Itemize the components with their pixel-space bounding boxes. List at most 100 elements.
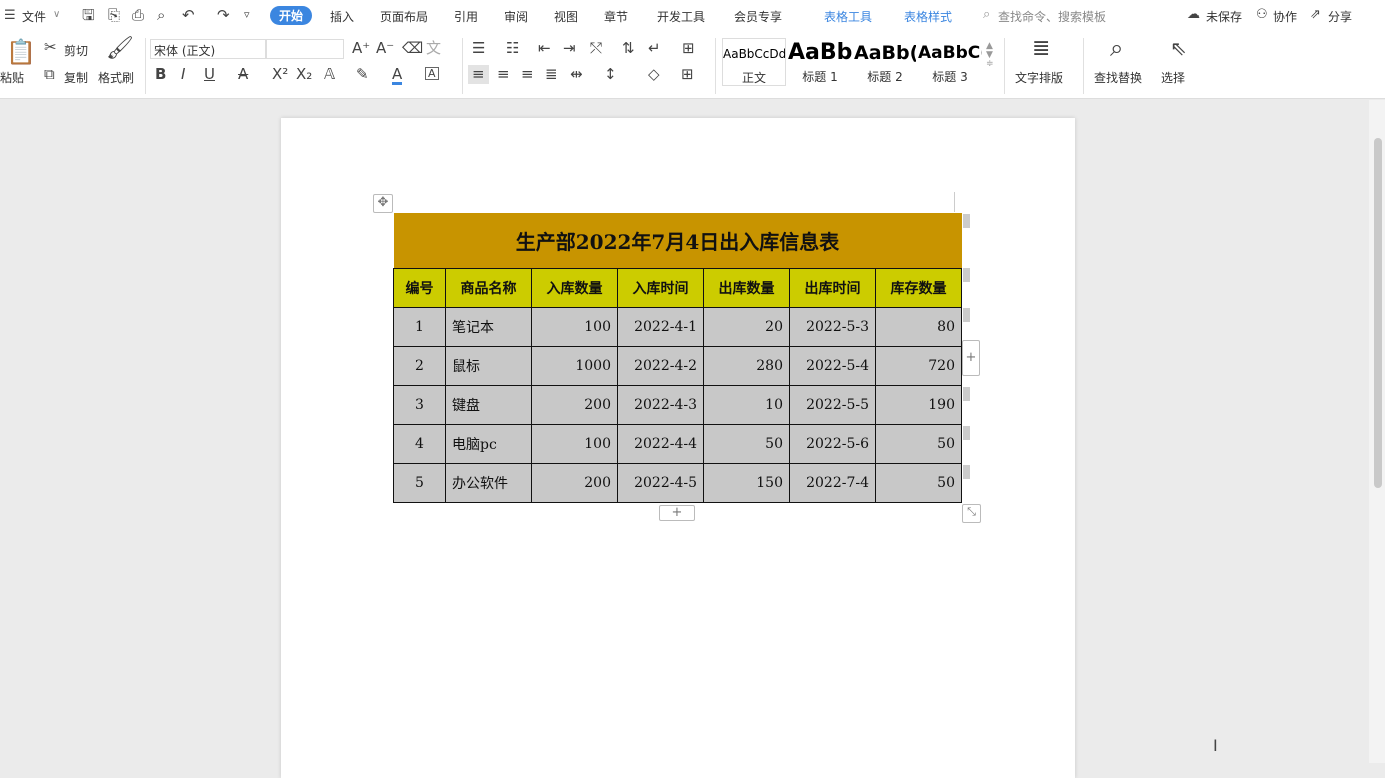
- column-header[interactable]: 出库时间: [790, 268, 876, 307]
- tab-member[interactable]: 会员专享: [734, 8, 782, 25]
- table-cell[interactable]: 20: [704, 307, 790, 346]
- shading-icon[interactable]: ◇: [648, 67, 660, 82]
- font-color-icon[interactable]: A: [392, 67, 402, 85]
- line-spacing-icon[interactable]: ↕: [604, 67, 617, 82]
- font-name-select[interactable]: 宋体 (正文): [150, 39, 266, 59]
- numbered-list-icon[interactable]: ☷: [506, 41, 519, 56]
- save-icon[interactable]: 🖫: [82, 8, 95, 23]
- file-menu[interactable]: 文件: [22, 8, 46, 25]
- print-icon[interactable]: ⎙: [132, 8, 144, 23]
- vertical-scrollbar[interactable]: [1369, 100, 1385, 763]
- decrease-indent-icon[interactable]: ⇤: [538, 41, 551, 56]
- subscript-icon[interactable]: X₂: [296, 67, 312, 82]
- scrollbar-thumb[interactable]: [1374, 138, 1382, 488]
- table-cell[interactable]: 80: [876, 307, 962, 346]
- select-button[interactable]: 选择: [1161, 69, 1185, 86]
- table-cell[interactable]: 2022-5-6: [790, 424, 876, 463]
- text-layout-icon[interactable]: ≣: [1032, 38, 1050, 60]
- copy-icon[interactable]: ⧉: [44, 67, 55, 82]
- table-cell[interactable]: 2022-4-2: [618, 346, 704, 385]
- column-header[interactable]: 编号: [394, 268, 446, 307]
- align-right-icon[interactable]: ≡: [521, 67, 534, 82]
- add-column-button[interactable]: +: [962, 340, 980, 376]
- text-effect-icon[interactable]: 𝔸: [324, 67, 335, 82]
- increase-indent-icon[interactable]: ⇥: [563, 41, 576, 56]
- sort-icon[interactable]: ⇅: [622, 41, 635, 56]
- table-cell[interactable]: 4: [394, 424, 446, 463]
- bullet-list-icon[interactable]: ☰: [472, 41, 485, 56]
- table-cell[interactable]: 3: [394, 385, 446, 424]
- align-center-icon[interactable]: ≡: [497, 67, 510, 82]
- table-cell[interactable]: 2022-5-5: [790, 385, 876, 424]
- find-replace-button[interactable]: 查找替换: [1094, 69, 1142, 86]
- table-cell[interactable]: 100: [532, 424, 618, 463]
- column-header[interactable]: 入库数量: [532, 268, 618, 307]
- highlight-icon[interactable]: ✎: [356, 67, 369, 82]
- table-cell[interactable]: 280: [704, 346, 790, 385]
- table-cell[interactable]: 2022-4-1: [618, 307, 704, 346]
- strikethrough-icon[interactable]: A: [238, 67, 248, 82]
- tab-insert[interactable]: 插入: [330, 8, 354, 25]
- redo-icon[interactable]: ↷: [217, 8, 230, 23]
- font-size-select[interactable]: [266, 39, 344, 59]
- tab-developer[interactable]: 开发工具: [657, 8, 705, 25]
- column-header[interactable]: 入库时间: [618, 268, 704, 307]
- search-input[interactable]: 查找命令、搜索模板: [998, 8, 1106, 25]
- find-icon[interactable]: ⌕: [1110, 36, 1123, 60]
- table-cell[interactable]: 办公软件: [446, 463, 532, 502]
- tab-view[interactable]: 视图: [554, 8, 578, 25]
- table-cell[interactable]: 10: [704, 385, 790, 424]
- table-cell[interactable]: 1: [394, 307, 446, 346]
- share-button[interactable]: 分享: [1328, 8, 1352, 25]
- superscript-icon[interactable]: X²: [272, 67, 288, 82]
- table-cell[interactable]: 50: [876, 424, 962, 463]
- borders-icon[interactable]: ⊞: [681, 67, 694, 82]
- table-cell[interactable]: 2022-7-4: [790, 463, 876, 502]
- undo-icon[interactable]: ↶: [182, 8, 195, 23]
- chinese-layout-icon[interactable]: ⤲: [590, 41, 602, 56]
- customize-icon[interactable]: ▿: [244, 9, 250, 20]
- tab-table-tools[interactable]: 表格工具: [824, 8, 872, 25]
- table-cell[interactable]: 2022-4-4: [618, 424, 704, 463]
- tab-review[interactable]: 审阅: [504, 8, 528, 25]
- table-cell[interactable]: 720: [876, 346, 962, 385]
- tab-home[interactable]: 开始: [270, 6, 312, 25]
- cut-button[interactable]: 剪切: [64, 42, 88, 59]
- paste-icon[interactable]: 📋: [6, 40, 36, 64]
- column-header[interactable]: 商品名称: [446, 268, 532, 307]
- pinyin-icon[interactable]: 文: [426, 41, 441, 56]
- tab-table-style[interactable]: 表格样式: [904, 8, 952, 25]
- format-painter-icon[interactable]: 🖌: [106, 38, 134, 60]
- copy-button[interactable]: 复制: [64, 69, 88, 86]
- cut-icon[interactable]: ✂: [44, 40, 57, 55]
- tab-references[interactable]: 引用: [454, 8, 478, 25]
- table-cell[interactable]: 200: [532, 385, 618, 424]
- table-cell[interactable]: 2: [394, 346, 446, 385]
- table-cell[interactable]: 1000: [532, 346, 618, 385]
- grow-font-icon[interactable]: A⁺: [352, 41, 370, 56]
- table-title[interactable]: 生产部2022年7月4日出入库信息表: [394, 213, 962, 268]
- align-left-icon[interactable]: ≡: [468, 65, 489, 84]
- table-cell[interactable]: 200: [532, 463, 618, 502]
- style-normal[interactable]: AaBbCcDd正文: [722, 38, 786, 86]
- distribute-icon[interactable]: ⇹: [570, 67, 583, 82]
- table-cell[interactable]: 150: [704, 463, 790, 502]
- table-move-handle[interactable]: ✥: [373, 194, 393, 213]
- chevron-down-icon[interactable]: ∨: [53, 10, 60, 20]
- styles-scroll-icon[interactable]: ▲▼≑: [986, 42, 994, 69]
- style-heading-2[interactable]: AaBb(标题 2: [854, 38, 916, 86]
- ruler-icon[interactable]: ⊞: [682, 41, 695, 56]
- tab-section[interactable]: 章节: [604, 8, 628, 25]
- table-cell[interactable]: 2022-5-4: [790, 346, 876, 385]
- table-cell[interactable]: 电脑pc: [446, 424, 532, 463]
- paragraph-mark-icon[interactable]: ↵: [648, 41, 661, 56]
- bold-icon[interactable]: B: [155, 67, 166, 82]
- clear-format-icon[interactable]: ⌫: [402, 41, 423, 56]
- table-cell[interactable]: 键盘: [446, 385, 532, 424]
- paste-button[interactable]: 粘贴: [0, 69, 24, 86]
- table-cell[interactable]: 50: [704, 424, 790, 463]
- column-header[interactable]: 库存数量: [876, 268, 962, 307]
- shrink-font-icon[interactable]: A⁻: [376, 41, 394, 56]
- justify-icon[interactable]: ≣: [545, 67, 558, 82]
- unsaved-status[interactable]: 未保存: [1206, 8, 1242, 25]
